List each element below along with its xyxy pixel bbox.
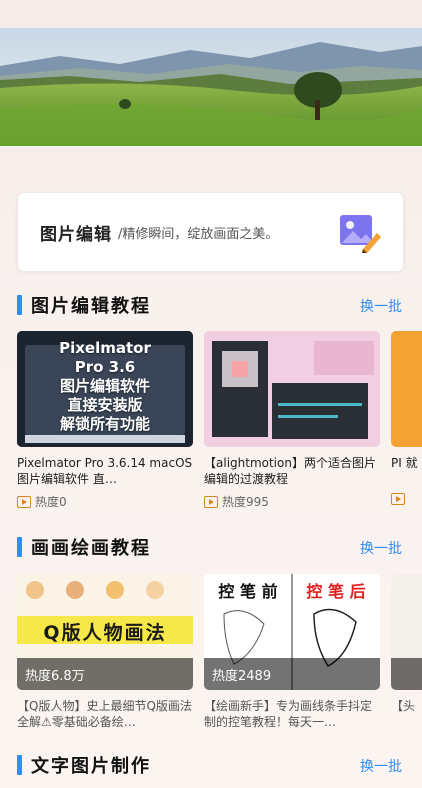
section-accent-bar (17, 755, 22, 775)
card-thumbnail: Pixelmator Pro 3.6 图片编辑软件 直接安装版 解锁所有功能 (17, 331, 193, 447)
card-title: Pixelmator Pro 3.6.14 macOS 图片编辑软件 直… (17, 456, 193, 486)
video-play-icon (17, 495, 31, 508)
thumbnail-caption: Q版人物画法 (43, 622, 167, 644)
heat-overlay (391, 658, 422, 690)
card-row-photo-editing: Pixelmator Pro 3.6 图片编辑软件 直接安装版 解锁所有功能 P… (17, 331, 422, 511)
thumbnail-caption: Pixelmator Pro 3.6 图片编辑软件 直接安装版 解锁所有功能 (59, 339, 151, 433)
section-accent-bar (17, 537, 22, 557)
editor-title: 图片编辑 (40, 224, 112, 245)
image-edit-icon (340, 215, 381, 253)
tutorial-card[interactable]: PI 就 (391, 331, 422, 505)
card-thumbnail (391, 331, 422, 447)
card-thumbnail (204, 331, 380, 447)
card-meta: 热度995 (204, 493, 380, 510)
video-play-icon (204, 495, 218, 508)
card-title: 【Q版人物】史上最细节Q版画法全解⚠零基础必备绘… (17, 699, 192, 729)
card-thumbnail: Q版人物画法 热度6.8万 (17, 574, 193, 690)
status-bar (0, 0, 422, 28)
tutorial-card[interactable]: 【alightmotion】两个适合图片编辑的过渡教程 热度995 (204, 331, 380, 510)
editor-subtitle: /精修瞬间，绽放画面之美。 (118, 226, 279, 242)
tutorial-card[interactable]: 控 笔 前 控 笔 后 热度2489 【绘画新手】专为画线条手抖定制的控笔教程！… (204, 574, 380, 730)
heat-count: 热度0 (35, 495, 67, 509)
card-thumbnail: 控 笔 前 控 笔 后 热度2489 (204, 574, 380, 690)
heat-count: 热度2489 (204, 658, 380, 690)
card-title: 【头 (391, 699, 416, 713)
section-title: 文字图片制作 (31, 756, 151, 777)
card-row-drawing: Q版人物画法 热度6.8万 【Q版人物】史上最细节Q版画法全解⚠零基础必备绘… … (17, 574, 422, 754)
refresh-batch-button[interactable]: 换一批 (360, 756, 402, 776)
card-thumbnail (391, 574, 422, 690)
after-label: 控 笔 后 (306, 582, 366, 601)
card-meta (391, 493, 422, 505)
section-header-photo-editing: 图片编辑教程 换一批 (0, 291, 422, 319)
section-header-text-image: 文字图片制作 换一批 (0, 751, 422, 779)
tutorial-card[interactable]: Q版人物画法 热度6.8万 【Q版人物】史上最细节Q版画法全解⚠零基础必备绘… (17, 574, 193, 730)
card-meta: 热度0 (17, 493, 193, 510)
card-title: 【alightmotion】两个适合图片编辑的过渡教程 (204, 456, 376, 486)
video-play-icon (391, 493, 405, 505)
tutorial-card[interactable]: 【头 (391, 574, 422, 730)
section-title: 画画绘画教程 (31, 538, 151, 559)
heat-count: 热度995 (222, 495, 269, 509)
section-header-drawing: 画画绘画教程 换一批 (0, 533, 422, 561)
refresh-batch-button[interactable]: 换一批 (360, 296, 402, 316)
heat-count: 热度6.8万 (17, 658, 193, 690)
refresh-batch-button[interactable]: 换一批 (360, 538, 402, 558)
card-title: PI 就 (391, 456, 418, 470)
image-editor-entry[interactable]: 图片编辑 /精修瞬间，绽放画面之美。 (18, 193, 403, 271)
before-label: 控 笔 前 (218, 582, 278, 601)
landscape-banner[interactable] (0, 28, 422, 146)
section-title: 图片编辑教程 (31, 296, 151, 317)
card-title: 【绘画新手】专为画线条手抖定制的控笔教程！每天一… (204, 699, 373, 729)
section-accent-bar (17, 295, 22, 315)
tutorial-card[interactable]: Pixelmator Pro 3.6 图片编辑软件 直接安装版 解锁所有功能 P… (17, 331, 193, 510)
